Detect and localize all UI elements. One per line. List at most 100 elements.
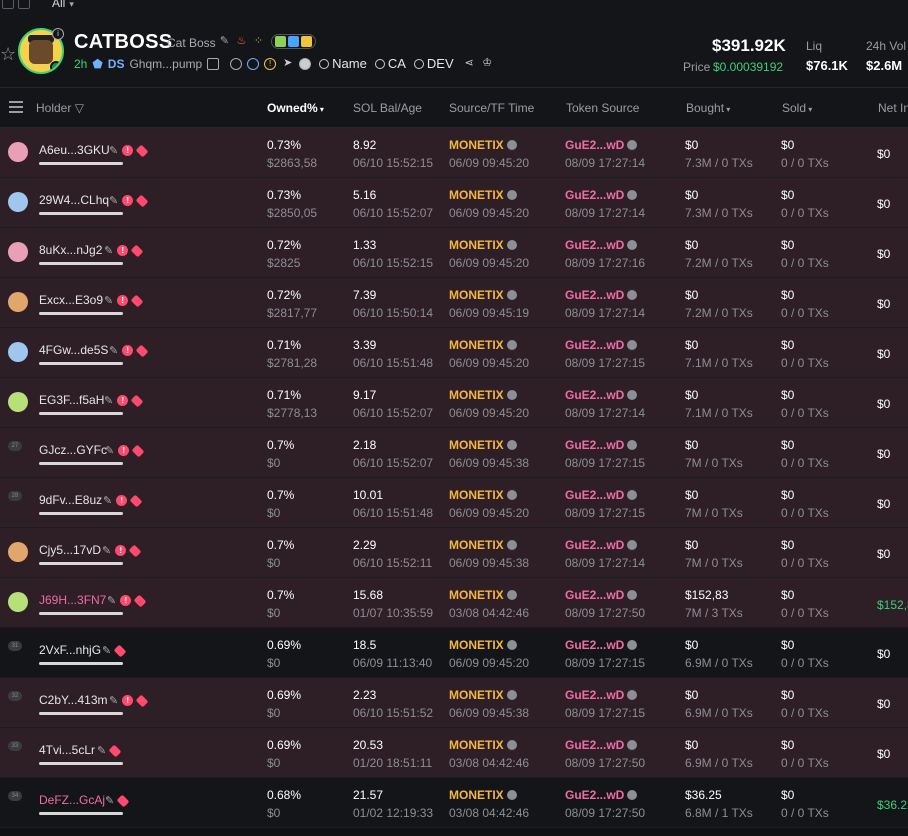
warning-icon[interactable]: ! [264,57,277,70]
alert-icon[interactable]: ! [115,545,127,556]
source-link[interactable]: MONETIX [449,538,517,552]
table-row[interactable]: 8uKx...nJg2 ✎ ! 0.72% $2825 1.33 06/10 1… [0,228,908,278]
table-row[interactable]: A6eu...3GKU ✎ ! 0.73% $2863,58 8.92 06/1… [0,128,908,178]
filter-icon[interactable]: ▽ [71,101,84,115]
tag-icon[interactable] [116,794,130,807]
table-row[interactable]: 28 9dFv...E8uz ✎ ! 0.7% $0 10.01 06/10 1… [0,478,908,528]
alert-icon[interactable]: ! [122,145,134,156]
edit-icon[interactable]: ✎ [109,344,118,357]
alert-icon[interactable]: ! [122,695,134,706]
edit-icon[interactable]: ✎ [218,35,231,48]
holder-wallet[interactable]: 8uKx...nJg2 [39,243,102,257]
tag-icon[interactable] [130,294,144,307]
table-row[interactable]: 32 C2bY...413m ✎ ! 0.69% $0 2.23 06/10 1… [0,678,908,728]
holder-wallet[interactable]: EG3F...f5aH [39,393,104,407]
source-link[interactable]: MONETIX [449,238,517,252]
edit-icon[interactable]: ✎ [104,394,113,407]
holder-wallet[interactable]: Excx...E3o9 [39,293,103,307]
tag-icon[interactable] [130,394,144,407]
source-link[interactable]: MONETIX [449,588,517,602]
holder-wallet[interactable]: J69H...3FN7 [39,593,106,607]
edit-icon[interactable]: ✎ [107,594,116,607]
holder-wallet[interactable]: 4FGw...de5S [39,343,108,357]
tag-icon[interactable] [128,544,142,557]
source-link[interactable]: MONETIX [449,288,517,302]
holder-wallet[interactable]: C2bY...413m [39,693,108,707]
search-name-link[interactable]: Name [319,56,367,71]
token-source-link[interactable]: GuE2...wD [565,338,638,352]
source-link[interactable]: MONETIX [449,638,517,652]
table-row[interactable]: 29W4...CLhq ✎ ! 0.73% $2850,05 5.16 06/1… [0,178,908,228]
token-source-link[interactable]: GuE2...wD [565,538,638,552]
tag-icon[interactable] [135,344,149,357]
source-link[interactable]: MONETIX [449,788,517,802]
tag-icon[interactable] [135,194,149,207]
twitter-icon[interactable] [288,36,299,47]
table-row[interactable]: 31 2VxF...nhjG ✎ 0.69% $0 18.5 06/09 11:… [0,628,908,678]
holder-wallet[interactable]: 29W4...CLhq [39,193,109,207]
search-ca-link[interactable]: CA [374,56,406,71]
table-row[interactable]: EG3F...f5aH ✎ ! 0.71% $2778,13 9.17 06/1… [0,378,908,428]
telegram-icon[interactable] [275,36,286,47]
holder-wallet[interactable]: Cjy5...17vD [39,543,101,557]
table-row[interactable]: 4FGw...de5S ✎ ! 0.71% $2781,28 3.39 06/1… [0,328,908,378]
tag-icon[interactable] [129,494,143,507]
edit-icon[interactable]: ✎ [102,644,111,657]
token-source-link[interactable]: GuE2...wD [565,638,638,652]
filter-dropdown[interactable]: All ▾ [52,0,74,10]
token-source-link[interactable]: GuE2...wD [565,438,638,452]
crown-icon[interactable]: ♔ [481,57,494,70]
copy-icon[interactable] [207,57,220,70]
source-link[interactable]: MONETIX [449,738,517,752]
alert-icon[interactable]: ! [118,445,130,456]
tag-icon[interactable] [135,694,149,707]
holder-wallet[interactable]: GJcz...GYFc [39,443,107,457]
globe-icon[interactable] [230,57,243,70]
col-bought[interactable]: Bought ▾ [686,101,730,115]
alert-icon[interactable]: ! [117,295,129,306]
edit-icon[interactable]: ✎ [104,244,113,257]
alert-icon[interactable]: ! [122,345,134,356]
settings-sliders-icon[interactable] [9,101,23,113]
alert-icon[interactable]: ! [117,245,129,256]
edit-icon[interactable]: ✎ [105,794,114,807]
source-link[interactable]: MONETIX [449,488,517,502]
token-source-link[interactable]: GuE2...wD [565,238,638,252]
token-source-link[interactable]: GuE2...wD [565,788,638,802]
edit-icon[interactable]: ✎ [105,444,114,457]
home-icon[interactable]: ⬟ [92,57,102,71]
chart-icon[interactable] [18,0,30,9]
edit-icon[interactable]: ✎ [97,744,106,757]
holder-wallet[interactable]: DeFZ...GcAj [39,793,105,807]
col-net[interactable]: Net In [878,101,908,115]
table-row[interactable]: Excx...E3o9 ✎ ! 0.72% $2817,77 7.39 06/1… [0,278,908,328]
token-source-link[interactable]: GuE2...wD [565,388,638,402]
list-icon[interactable] [2,0,14,9]
source-link[interactable]: MONETIX [449,138,517,152]
edit-icon[interactable]: ✎ [102,544,111,557]
send-icon[interactable]: ➤ [281,57,294,70]
tag-icon[interactable] [113,644,127,657]
table-row[interactable]: 27 GJcz...GYFc ✎ ! 0.7% $0 2.18 06/10 15… [0,428,908,478]
token-source-link[interactable]: GuE2...wD [565,738,638,752]
edit-icon[interactable]: ✎ [109,694,118,707]
token-source-link[interactable]: GuE2...wD [565,138,638,152]
alert-icon[interactable]: ! [117,395,129,406]
edit-icon[interactable]: ✎ [104,294,113,307]
holder-wallet[interactable]: 4Tvi...5cLr [39,743,95,757]
col-sol-bal[interactable]: SOL Bal/Age [353,101,422,115]
source-link[interactable]: MONETIX [449,688,517,702]
col-token-source[interactable]: Token Source [566,101,639,115]
search-dev-link[interactable]: DEV [413,56,454,71]
source-link[interactable]: MONETIX [449,338,517,352]
tag-icon[interactable] [131,444,145,457]
edit-icon[interactable]: ✎ [109,144,118,157]
col-source[interactable]: Source/TF Time [449,101,534,115]
alert-icon[interactable]: ! [120,595,132,606]
info-icon[interactable]: i [52,28,64,40]
tag-icon[interactable] [133,594,147,607]
alert-icon[interactable]: ! [122,195,134,206]
token-source-link[interactable]: GuE2...wD [565,188,638,202]
user-icon[interactable] [247,57,260,70]
table-row[interactable]: J69H...3FN7 ✎ ! 0.7% $0 15.68 01/07 10:3… [0,578,908,628]
